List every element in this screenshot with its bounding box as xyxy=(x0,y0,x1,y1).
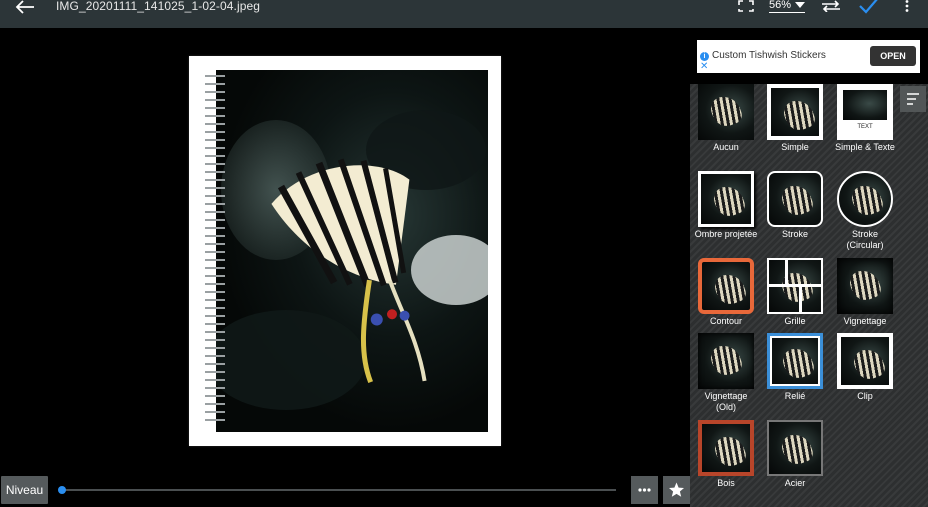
frame-tile-clip[interactable]: Clip xyxy=(833,333,897,402)
ad-banner[interactable]: i ✕ Custom Tishwish Stickers OPEN xyxy=(697,40,920,73)
frame-thumb xyxy=(767,420,823,476)
top-bar: IMG_20201111_141025_1-02-04.jpeg 56% xyxy=(0,0,928,28)
sort-icon xyxy=(907,93,919,105)
frame-label: Grille xyxy=(784,316,806,326)
frame-label: Contour xyxy=(709,316,743,326)
frame-tile-stroke-circular[interactable]: Stroke (Circular) xyxy=(833,171,897,251)
app-root: IMG_20201111_141025_1-02-04.jpeg 56% i ✕… xyxy=(0,0,928,507)
frame-label: Clip xyxy=(857,391,873,401)
sort-button[interactable] xyxy=(900,86,926,112)
frame-inner-text: TEXT xyxy=(857,124,873,130)
file-name: IMG_20201111_141025_1-02-04.jpeg xyxy=(56,0,261,13)
frame-thumb: TEXT xyxy=(837,84,893,140)
frame-label: Simple xyxy=(781,142,809,152)
frame-label: Stroke (Circular) xyxy=(846,229,884,250)
frame-label: Bois xyxy=(717,478,735,488)
back-arrow-icon[interactable] xyxy=(14,0,36,14)
zoom-select[interactable]: 56% xyxy=(769,0,806,13)
ad-open-button[interactable]: OPEN xyxy=(870,46,916,66)
frame-label: Ombre projetée xyxy=(694,229,758,239)
frame-tile-grille[interactable]: Grille xyxy=(763,258,827,327)
star-icon xyxy=(669,482,684,497)
butterfly-photo xyxy=(216,70,488,432)
frame-thumb xyxy=(698,84,754,140)
spiral-binding xyxy=(205,75,225,421)
frame-tile-contour[interactable]: Contour xyxy=(694,258,758,327)
frame-thumb xyxy=(767,171,823,227)
frame-thumb xyxy=(767,333,823,389)
frame-tile-aucun[interactable]: Aucun xyxy=(694,84,758,153)
niveau-button[interactable]: Niveau xyxy=(1,476,48,504)
frame-tile-bois[interactable]: Bois xyxy=(694,420,758,489)
level-slider-thumb[interactable] xyxy=(58,486,66,494)
frame-thumb xyxy=(837,171,893,227)
ad-info-icon[interactable]: i xyxy=(700,52,709,61)
frame-label: Vignettage xyxy=(843,316,887,326)
frame-tile-stroke[interactable]: Stroke xyxy=(763,171,827,240)
more-horiz-icon xyxy=(638,488,651,492)
zoom-value: 56% xyxy=(769,0,792,11)
frame-label: Aucun xyxy=(713,142,739,152)
frame-thumb xyxy=(767,258,823,314)
level-slider-track[interactable] xyxy=(60,489,616,491)
compare-swap-icon[interactable] xyxy=(820,0,842,12)
favorite-button[interactable] xyxy=(663,476,690,504)
frame-thumb xyxy=(698,420,754,476)
frame-tile-relie[interactable]: Relié xyxy=(763,333,827,402)
more-vert-icon[interactable] xyxy=(904,0,910,12)
chevron-down-icon xyxy=(795,2,806,8)
frame-tile-simple[interactable]: Simple xyxy=(763,84,827,153)
more-options-button[interactable] xyxy=(631,476,658,504)
ad-text: Custom Tishwish Stickers xyxy=(712,50,826,61)
frame-thumb xyxy=(767,84,823,140)
butterfly-image xyxy=(216,110,488,410)
frame-tile-acier[interactable]: Acier xyxy=(763,420,827,489)
frame-tile-vignettage[interactable]: Vignettage xyxy=(833,258,897,327)
frame-label: Simple & Texte xyxy=(835,142,895,152)
frame-thumb xyxy=(837,333,893,389)
frame-thumb xyxy=(698,171,754,227)
frame-label: Stroke xyxy=(781,229,808,239)
frame-tile-simple-texte[interactable]: TEXT Simple & Texte xyxy=(833,84,897,153)
frame-thumb xyxy=(698,258,754,314)
frame-thumb xyxy=(837,258,893,314)
ad-close-icon[interactable]: ✕ xyxy=(700,62,708,72)
frame-thumb xyxy=(698,333,754,389)
frame-label: Relié xyxy=(784,391,806,401)
frame-tile-vignettage-old[interactable]: Vignettage (Old) xyxy=(694,333,758,413)
frame-label: Acier xyxy=(784,478,806,488)
fit-screen-icon[interactable] xyxy=(738,0,754,12)
frame-label: Vignettage (Old) xyxy=(704,391,748,412)
frame-tile-ombre[interactable]: Ombre projetée xyxy=(694,171,758,240)
apply-check-icon[interactable] xyxy=(858,0,880,14)
